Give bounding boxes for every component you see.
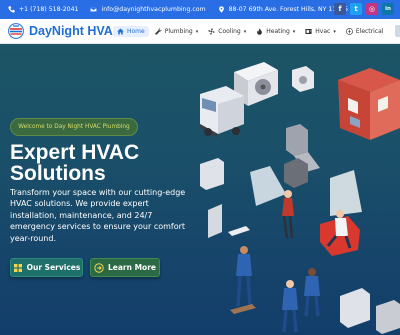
welcome-badge: Welcome to Day Night HVAC Plumbing [10,118,138,136]
nav-item-plumbing[interactable]: Plumbing ▾ [151,26,203,37]
duct-column-illustration [286,124,308,156]
email-contact[interactable]: info@daynighthvacplumbing.com [90,6,206,13]
air-handler-illustration [208,204,222,238]
heater-illustration [284,158,308,188]
nav-item-hvac[interactable]: Hvac ▾ [301,26,340,37]
map-pin-icon [218,6,224,13]
fan-icon [208,28,215,35]
technician-illustration [304,268,320,317]
technician-illustration [230,246,256,314]
hvac-illustration [200,62,400,334]
linkedin-icon[interactable]: in [382,3,394,15]
nav-label-hvac: Hvac [315,28,331,35]
learn-more-label: Learn More [108,263,156,272]
nav-item-home[interactable]: Home [113,26,149,37]
phone-contact[interactable]: +1 (718) 518-2041 [8,6,78,13]
our-services-label: Our Services [26,263,81,272]
ceiling-vent-illustration [228,226,250,236]
contact-bar: +1 (718) 518-2041 info@daynighthvacplumb… [0,0,400,19]
house-illustration [338,68,400,140]
our-services-button[interactable]: Our Services [10,258,83,277]
light-beam-illustration [250,166,286,206]
main-navbar: DayNight HVAC Home Plumbing ▾ Cooling ▾ … [0,19,400,44]
chevron-down-icon: ▾ [243,28,247,35]
nav-overflow-edge [395,25,400,37]
nav-label-electrical: Electrical [355,28,384,35]
outdoor-unit-illustration [340,288,370,328]
chevron-down-icon: ▾ [195,28,199,35]
arrow-circle-icon [94,262,104,273]
phone-number: +1 (718) 518-2041 [19,6,79,13]
home-icon [117,28,124,35]
water-heater-illustration [376,300,400,334]
hvac-unit-icon [305,28,312,35]
brand-name: DayNight HVAC [29,24,122,38]
nav-item-cooling[interactable]: Cooling ▾ [204,26,250,37]
vent-illustration [299,76,307,84]
person-woman-illustration [282,190,294,239]
light-beam-illustration [330,170,362,216]
chevron-down-icon: ▾ [292,28,296,35]
flame-icon [257,28,263,35]
nav-label-cooling: Cooling [218,28,241,35]
nav-item-heating[interactable]: Heating ▾ [252,26,299,37]
nav-label-heating: Heating [266,28,290,35]
hero-section: Welcome to Day Night HVAC Plumbing Exper… [0,44,400,335]
facebook-icon[interactable]: f [334,3,346,15]
instagram-icon[interactable]: ◎ [366,3,378,15]
social-links: f t ◎ in [330,3,394,15]
address-contact[interactable]: 88-07 69th Ave. Forest Hills, NY 11375 [218,6,348,13]
wrench-icon [155,28,162,35]
learn-more-button[interactable]: Learn More [90,258,160,277]
nav-label-plumbing: Plumbing [164,28,193,35]
nav-menu: Home Plumbing ▾ Cooling ▾ Heating ▾ Hvac… [113,19,389,44]
boiler-illustration [200,158,224,190]
nav-label-home: Home [127,28,145,35]
hero-title: Expert HVAC Solutions [10,141,140,185]
email-address: info@daynighthvacplumbing.com [101,6,206,13]
person-chair-illustration [320,210,360,256]
service-van-illustration [200,86,244,138]
logo-icon [8,23,24,39]
envelope-icon [90,7,98,12]
phone-icon [8,6,15,13]
technician-illustration [282,280,298,333]
hero-description: Transform your space with our cutting-ed… [10,188,186,243]
nav-item-electrical[interactable]: Electrical [342,26,388,37]
chevron-down-icon: ▾ [333,28,336,35]
grid-icon [13,263,22,272]
bolt-icon [345,28,353,35]
brand-logo[interactable]: DayNight HVAC [8,23,122,39]
twitter-icon[interactable]: t [350,3,362,15]
